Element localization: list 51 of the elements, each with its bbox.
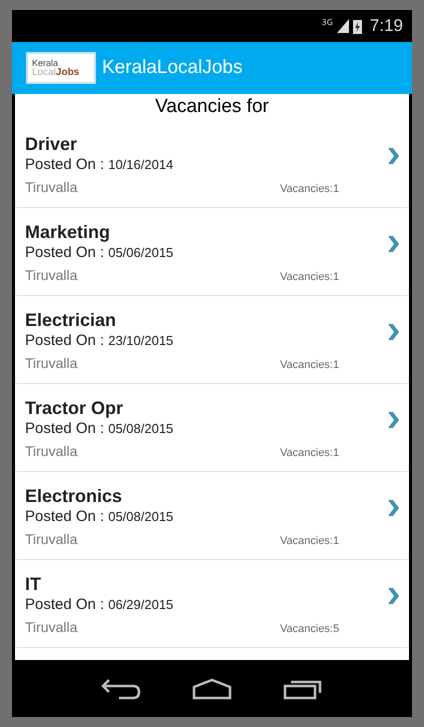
posted-label: Posted On : xyxy=(25,596,104,613)
back-icon[interactable] xyxy=(100,678,141,700)
chevron-icon xyxy=(387,324,399,340)
location: Tiruvalla xyxy=(25,179,78,195)
chevron-icon xyxy=(387,588,399,604)
location: Tiruvalla xyxy=(25,355,78,371)
posted-label: Posted On : xyxy=(25,508,104,525)
posted-label: Posted On : xyxy=(25,332,104,349)
vacancy-count: Vacancies:5 xyxy=(280,623,340,635)
vacancy-count: Vacancies:1 xyxy=(280,447,340,459)
job-item[interactable]: IT Posted On : 06/29/2015 Tiruvalla Vacancies:5 xyxy=(15,560,409,648)
job-title: Driver xyxy=(25,133,78,156)
vacancy-count: Vacancies:1 xyxy=(280,359,340,371)
chevron-icon xyxy=(387,148,399,164)
posted-date: 10/16/2014 xyxy=(108,157,174,172)
job-item[interactable]: Driver Posted On : 10/16/2014 Tiruvalla Vacancies:1 xyxy=(15,120,409,208)
job-title: Marketing xyxy=(25,221,112,244)
location: Tiruvalla xyxy=(25,443,78,459)
chevron-icon xyxy=(387,500,399,516)
posted-date: 05/08/2015 xyxy=(108,509,174,524)
heading: Vacancies for xyxy=(154,95,270,119)
location: Tiruvalla xyxy=(25,267,78,283)
network-type: 3G xyxy=(322,18,333,27)
posted-date: 06/29/2015 xyxy=(108,597,174,612)
posted-label: Posted On : xyxy=(25,156,104,173)
posted-label: Posted On : xyxy=(25,420,104,437)
job-title: Tractor Opr xyxy=(25,397,124,420)
posted-date: 23/10/2015 xyxy=(108,333,174,348)
job-item[interactable]: Marketing Posted On : 05/06/2015 Tiruvalla Vacancies:1 xyxy=(15,208,409,296)
location: Tiruvalla xyxy=(25,531,78,547)
home-icon[interactable] xyxy=(192,678,232,700)
job-item[interactable]: Electronics Posted On : 05/08/2015 Tiruvalla Vacancies:1 xyxy=(15,472,409,560)
job-title: IT xyxy=(25,573,42,596)
signal-icon xyxy=(336,19,349,33)
posted-date: 05/06/2015 xyxy=(108,245,174,260)
chevron-icon xyxy=(387,412,399,428)
app-logo: Kerala LocalJobs xyxy=(26,52,96,84)
job-item[interactable]: Tractor Opr Posted On : 05/08/2015 Tiruvalla Vacancies:1 xyxy=(15,384,409,472)
posted-label: Posted On : xyxy=(25,244,104,261)
battery-icon xyxy=(352,18,362,34)
job-item[interactable]: Electrician Posted On : 23/10/2015 Tiruvalla Vacancies:1 xyxy=(15,296,409,384)
app-title: KeralaLocalJobs xyxy=(102,57,242,79)
vacancy-count: Vacancies:1 xyxy=(280,271,340,283)
job-title: Electronics xyxy=(25,485,124,508)
clock: 7:19 xyxy=(370,16,403,36)
chevron-icon xyxy=(387,236,399,252)
vacancy-count: Vacancies:1 xyxy=(280,535,340,547)
location: Tiruvalla xyxy=(25,619,78,635)
vacancy-count: Vacancies:1 xyxy=(280,183,340,195)
job-title: Electrician xyxy=(25,309,118,332)
posted-date: 05/08/2015 xyxy=(108,421,174,436)
